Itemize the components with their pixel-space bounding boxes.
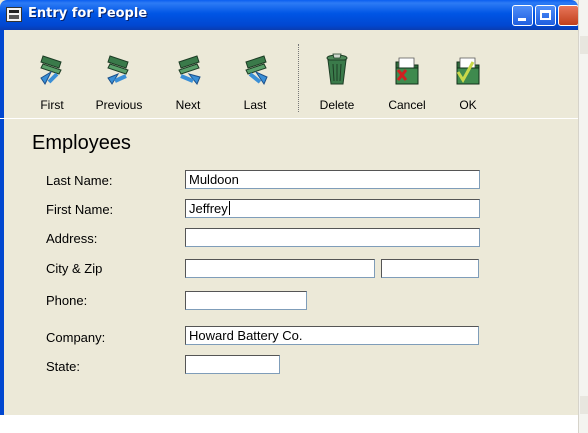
employee-form: Employees Last Name: Muldoon First Name:…: [0, 119, 578, 415]
scroll-up-button[interactable]: [580, 36, 588, 54]
previous-label: Previous: [95, 98, 143, 112]
state-label: State:: [46, 359, 80, 374]
title-bar[interactable]: Entry for People: [0, 0, 578, 30]
maximize-icon: [540, 10, 551, 20]
last-record-icon: [245, 55, 268, 86]
ok-label: OK: [459, 98, 477, 112]
window-title: Entry for People: [28, 6, 148, 21]
last-button[interactable]: Last: [225, 50, 285, 124]
maximize-button[interactable]: [535, 5, 556, 26]
cancel-folder-icon: [395, 57, 419, 85]
previous-button[interactable]: Previous: [89, 50, 149, 124]
first-label: First: [40, 98, 64, 112]
delete-label: Delete: [319, 98, 355, 112]
ok-button[interactable]: OK: [438, 50, 498, 124]
company-label: Company:: [46, 330, 106, 345]
first-button[interactable]: First: [22, 50, 82, 124]
first-record-icon: [40, 55, 62, 85]
cancel-button[interactable]: Cancel: [377, 50, 437, 124]
delete-button[interactable]: Delete: [307, 50, 367, 124]
minimize-button[interactable]: [512, 5, 533, 26]
toolbar-separator: [298, 44, 300, 112]
entry-window: Entry for People First Previous Next Las…: [0, 0, 578, 433]
background-scrollbar[interactable]: [578, 0, 588, 433]
text-caret: [228, 201, 230, 215]
phone-label: Phone:: [46, 293, 88, 308]
last-name-label: Last Name:: [46, 173, 113, 188]
previous-record-icon: [107, 55, 129, 85]
next-button[interactable]: Next: [158, 50, 218, 124]
city-zip-label: City & Zip: [46, 261, 103, 276]
scroll-down-button[interactable]: [580, 396, 588, 414]
address-label: Address:: [46, 231, 98, 246]
minimize-icon: [518, 18, 526, 21]
address-field[interactable]: [185, 228, 480, 247]
first-name-field[interactable]: Jeffrey: [185, 199, 480, 218]
zip-field[interactable]: [381, 259, 479, 278]
first-name-label: First Name:: [46, 202, 114, 217]
status-strip: [0, 415, 578, 433]
app-form-icon[interactable]: [6, 7, 22, 22]
last-label: Last: [243, 98, 267, 112]
next-record-icon: [178, 55, 201, 85]
cancel-label: Cancel: [388, 98, 426, 112]
trash-icon: [326, 53, 348, 85]
first-name-value: Jeffrey: [189, 201, 228, 216]
toolbar: First Previous Next Last Delete Cancel O…: [0, 30, 578, 118]
close-button[interactable]: [558, 5, 578, 26]
city-field[interactable]: [185, 259, 375, 278]
form-heading: Employees: [32, 132, 131, 154]
phone-field[interactable]: [185, 291, 307, 310]
last-name-field[interactable]: Muldoon: [185, 170, 480, 189]
ok-folder-icon: [456, 57, 480, 85]
state-field[interactable]: [185, 355, 280, 374]
next-label: Next: [175, 98, 201, 112]
company-field[interactable]: Howard Battery Co.: [185, 326, 479, 345]
